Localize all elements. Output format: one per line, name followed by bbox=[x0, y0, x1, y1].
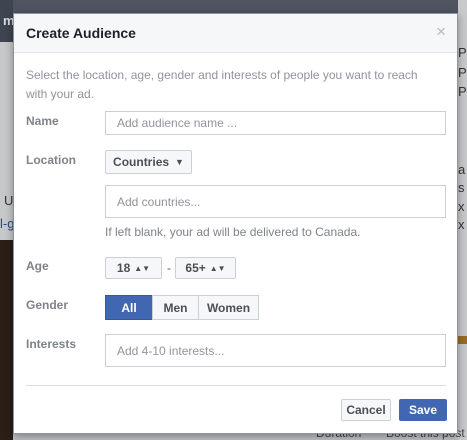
age-label: Age bbox=[26, 259, 49, 273]
age-range-separator: - bbox=[167, 261, 171, 275]
background-orange-bar bbox=[458, 336, 467, 344]
create-audience-dialog: Create Audience × Select the location, a… bbox=[13, 13, 458, 434]
cancel-button[interactable]: Cancel bbox=[341, 399, 391, 421]
gender-label: Gender bbox=[26, 298, 69, 312]
dialog-header: Create Audience × bbox=[14, 14, 457, 53]
background-dark-image bbox=[0, 240, 13, 440]
background-right-char: P bbox=[458, 45, 467, 60]
up-down-arrows-icon: ▲▼ bbox=[209, 263, 226, 273]
gender-women-button[interactable]: Women bbox=[198, 295, 259, 320]
location-dropdown-label: Countries bbox=[113, 155, 170, 169]
dialog-intro-text: Select the location, age, gender and int… bbox=[26, 68, 418, 101]
background-right-char: a bbox=[458, 162, 466, 177]
background-right-char: x bbox=[458, 199, 465, 214]
gender-men-button[interactable]: Men bbox=[152, 295, 199, 320]
background-right-char: s bbox=[458, 180, 465, 195]
close-icon[interactable]: × bbox=[436, 23, 446, 40]
background-left-u: U bbox=[4, 193, 14, 208]
save-button[interactable]: Save bbox=[399, 399, 447, 421]
dialog-title: Create Audience bbox=[26, 25, 136, 41]
gender-all-button[interactable]: All bbox=[105, 295, 153, 320]
footer-divider bbox=[26, 385, 446, 386]
interests-input[interactable]: Add 4-10 interests... bbox=[105, 334, 446, 367]
location-hint: If left blank, your ad will be delivered… bbox=[105, 225, 361, 239]
location-label: Location bbox=[26, 153, 76, 167]
background-right-char: P bbox=[458, 65, 467, 80]
interests-placeholder: Add 4-10 interests... bbox=[117, 343, 225, 358]
audience-name-placeholder: Add audience name ... bbox=[117, 116, 238, 130]
audience-name-input[interactable]: Add audience name ... bbox=[105, 111, 446, 135]
caret-down-icon: ▼ bbox=[175, 157, 184, 167]
interests-label: Interests bbox=[26, 337, 77, 351]
background-right-char: x bbox=[458, 217, 465, 232]
age-min-value: 18 bbox=[116, 261, 131, 275]
gender-segmented-control: All Men Women bbox=[105, 295, 259, 320]
location-type-dropdown[interactable]: Countries ▼ bbox=[105, 150, 192, 174]
age-max-select[interactable]: 65+ ▲▼ bbox=[175, 257, 236, 279]
up-down-arrows-icon: ▲▼ bbox=[134, 263, 151, 273]
age-max-value: 65+ bbox=[185, 261, 206, 275]
background-left-panel bbox=[0, 42, 13, 240]
age-min-select[interactable]: 18 ▲▼ bbox=[105, 257, 162, 279]
countries-placeholder: Add countries... bbox=[117, 194, 201, 209]
background-right-char: P bbox=[458, 84, 467, 99]
name-label: Name bbox=[26, 114, 59, 128]
countries-input[interactable]: Add countries... bbox=[105, 185, 446, 218]
